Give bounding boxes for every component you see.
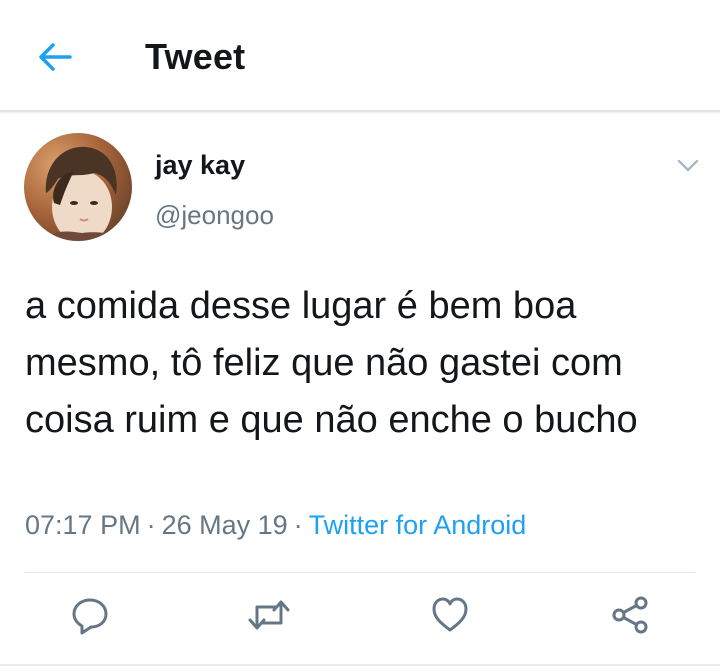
arrow-left-icon xyxy=(39,43,72,71)
tweet-text: a comida desse lugar é bem boa mesmo, tô… xyxy=(25,285,638,441)
profile-avatar-image xyxy=(24,133,132,241)
tweet-metadata: 07:17 PM · 26 May 19 · Twitter for Android xyxy=(25,510,526,541)
tweet-time: 07:17 PM xyxy=(25,510,141,540)
share-button[interactable] xyxy=(605,590,655,640)
reply-button[interactable] xyxy=(65,590,115,640)
retweet-button[interactable] xyxy=(244,590,294,640)
tweet-action-bar xyxy=(0,590,720,650)
divider xyxy=(0,664,720,666)
separator-dot: · xyxy=(146,510,156,540)
heart-icon xyxy=(432,597,468,632)
tweet-source-link[interactable]: Twitter for Android xyxy=(309,510,527,540)
share-icon xyxy=(612,596,648,634)
separator-dot: · xyxy=(293,510,303,540)
tweet-date: 26 May 19 xyxy=(161,510,288,540)
avatar[interactable] xyxy=(24,133,132,241)
divider xyxy=(25,572,696,573)
reply-icon xyxy=(72,598,108,635)
back-button[interactable] xyxy=(30,34,80,80)
chevron-down-icon xyxy=(677,159,699,172)
tweet-menu-button[interactable] xyxy=(672,153,704,179)
retweet-icon xyxy=(248,600,290,630)
like-button[interactable] xyxy=(425,590,475,640)
page-title: Tweet xyxy=(145,36,246,77)
author-username[interactable]: @jeongoo xyxy=(155,200,274,231)
top-app-bar: Tweet xyxy=(0,0,720,112)
author-display-name[interactable]: jay kay xyxy=(155,150,245,181)
